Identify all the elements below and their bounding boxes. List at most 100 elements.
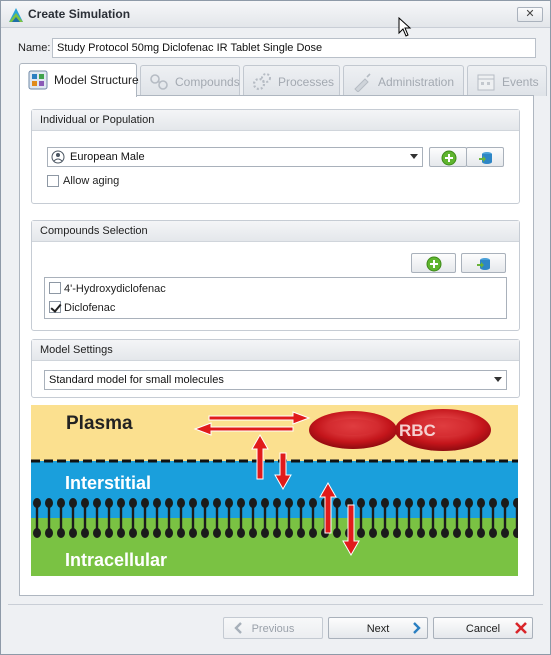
lipid-head xyxy=(129,528,137,538)
lipid-tail xyxy=(395,505,399,531)
lipid-head xyxy=(489,498,497,508)
lipid-tail xyxy=(491,505,495,531)
model-select-value: Standard model for small molecules xyxy=(49,374,224,386)
lipid-head xyxy=(261,528,269,538)
lipid-tail xyxy=(191,505,195,531)
model-structure-icon xyxy=(28,70,48,90)
lipid-head xyxy=(477,498,485,508)
individual-select[interactable]: European Male xyxy=(47,147,423,167)
plasma-label: Plasma xyxy=(66,413,133,434)
lipid-head xyxy=(93,498,101,508)
lipid-head xyxy=(441,498,449,508)
list-item[interactable]: Diclofenac xyxy=(45,298,506,317)
tab-administration[interactable]: Administration xyxy=(343,65,464,96)
lipid-head xyxy=(105,528,113,538)
lipid-head xyxy=(357,528,365,538)
lipid-head xyxy=(333,498,341,508)
lipid-head xyxy=(465,528,473,538)
lipid-tail xyxy=(287,505,291,531)
tab-processes[interactable]: Processes xyxy=(243,65,340,96)
tab-label: Processes xyxy=(278,75,335,89)
lipid-head xyxy=(45,528,53,538)
list-item[interactable]: 4'-Hydroxydiclofenac xyxy=(45,279,506,298)
lipid-head xyxy=(81,528,89,538)
lipid-tail xyxy=(239,505,243,531)
tab-label: Administration xyxy=(378,75,455,89)
previous-button[interactable]: Previous xyxy=(223,617,323,639)
load-individual-button[interactable] xyxy=(466,147,504,167)
lipid-tail xyxy=(419,505,423,531)
lipid-head xyxy=(465,498,473,508)
processes-icon xyxy=(252,73,271,91)
lipid-head xyxy=(429,498,437,508)
group-header: Compounds Selection xyxy=(32,221,519,242)
next-button[interactable]: Next xyxy=(328,617,428,639)
model-structure-diagram: Plasma RBC Interstitial Intracellular xyxy=(31,405,518,576)
model-settings-group: Model Settings Standard model for small … xyxy=(31,339,520,398)
lipid-tail xyxy=(107,505,111,531)
lipid-head xyxy=(273,528,281,538)
tab-label: Model Structure xyxy=(54,73,139,87)
chevron-down-icon xyxy=(494,377,502,382)
lipid-tail xyxy=(131,505,135,531)
close-icon xyxy=(515,622,527,634)
close-button[interactable]: ✕ xyxy=(517,7,543,22)
tab-events[interactable]: Events xyxy=(467,65,547,96)
lipid-head xyxy=(105,498,113,508)
lipid-head xyxy=(201,528,209,538)
lipid-tail xyxy=(371,505,375,531)
lipid-head xyxy=(297,498,305,508)
tab-label: Events xyxy=(502,75,539,89)
lipid-head xyxy=(261,498,269,508)
events-icon xyxy=(477,74,495,91)
compound-checkbox[interactable] xyxy=(49,282,61,294)
load-from-database-icon xyxy=(479,152,492,164)
lipid-tail xyxy=(83,505,87,531)
allow-aging-checkbox[interactable] xyxy=(47,175,59,187)
lipid-tail xyxy=(71,505,75,531)
lipid-head xyxy=(237,498,245,508)
compound-checkbox[interactable] xyxy=(49,301,61,313)
tab-compounds[interactable]: Compounds xyxy=(140,65,240,96)
add-compound-button[interactable] xyxy=(411,253,456,273)
name-label: Name: xyxy=(18,42,51,54)
tab-label: Compounds xyxy=(175,75,240,89)
individual-select-value: European Male xyxy=(70,151,145,163)
lipid-tail xyxy=(515,505,518,531)
compound-label: Diclofenac xyxy=(64,302,116,314)
load-compound-button[interactable] xyxy=(461,253,506,273)
add-icon xyxy=(426,256,442,272)
lipid-tail xyxy=(47,505,51,531)
lipid-head xyxy=(453,498,461,508)
lipid-head xyxy=(381,528,389,538)
lipid-head xyxy=(201,498,209,508)
compounds-list: 4'-Hydroxydiclofenac Diclofenac xyxy=(44,277,507,319)
window-title: Create Simulation xyxy=(28,7,131,21)
lipid-tail xyxy=(263,505,267,531)
add-individual-button[interactable] xyxy=(429,147,467,167)
lipid-tail xyxy=(275,505,279,531)
lipid-head xyxy=(429,528,437,538)
model-structure-panel: Individual or Population European Male A… xyxy=(19,95,534,596)
lipid-head xyxy=(237,528,245,538)
administration-icon xyxy=(354,73,371,92)
chevron-down-icon xyxy=(410,154,418,159)
lipid-tail xyxy=(383,505,387,531)
lipid-head xyxy=(441,528,449,538)
lipid-tail xyxy=(179,505,183,531)
lipid-tail xyxy=(467,505,471,531)
cancel-button[interactable]: Cancel xyxy=(433,617,533,639)
lipid-head xyxy=(405,498,413,508)
group-header: Model Settings xyxy=(32,340,519,361)
lipid-tail xyxy=(407,505,411,531)
tab-model-structure[interactable]: Model Structure xyxy=(19,63,139,97)
lipid-head xyxy=(393,528,401,538)
model-select[interactable]: Standard model for small molecules xyxy=(44,370,507,390)
simulation-name-input[interactable] xyxy=(52,38,536,58)
lipid-tail xyxy=(119,505,123,531)
lipid-head xyxy=(33,498,41,508)
lipid-head xyxy=(225,498,233,508)
lipid-head xyxy=(177,498,185,508)
individual-icon xyxy=(51,150,65,164)
lipid-head xyxy=(45,498,53,508)
